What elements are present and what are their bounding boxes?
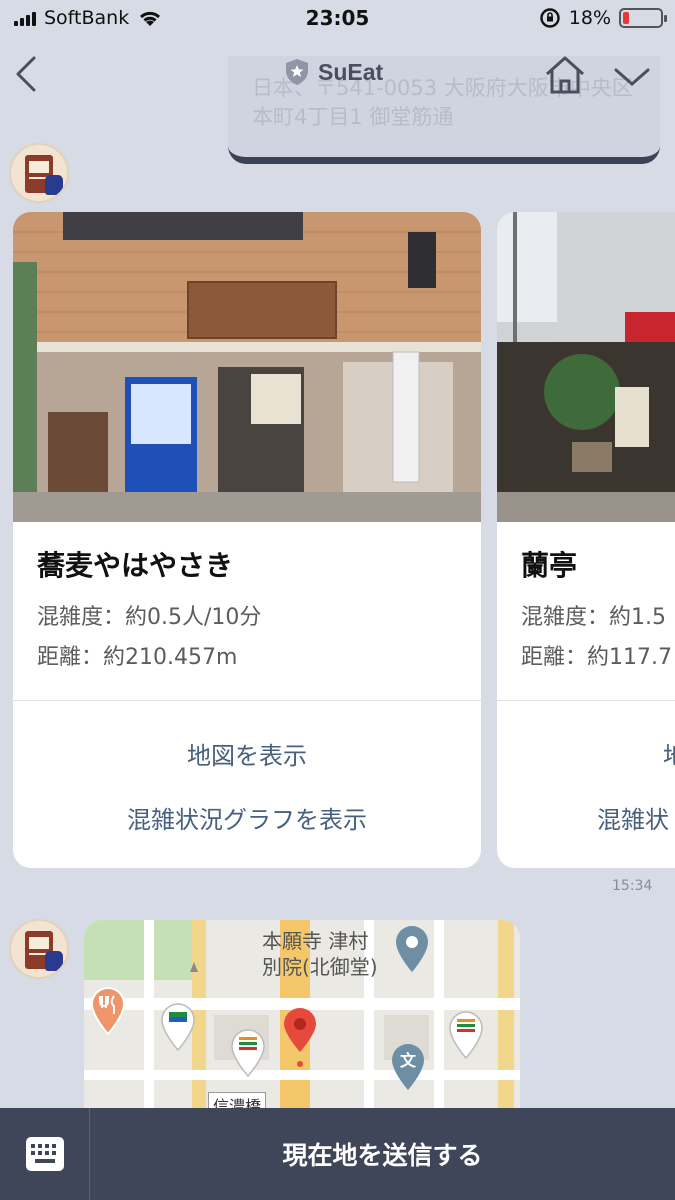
show-map-button[interactable]: 地図を表示 [13, 736, 481, 771]
seven-eleven-pin-icon [231, 1029, 265, 1078]
restaurant-photo-illustration [13, 212, 481, 522]
battery-percent: 18% [568, 7, 611, 29]
avatar-hand-icon [45, 175, 63, 195]
restaurant-photo-illustration [497, 212, 675, 522]
card-divider [497, 700, 675, 701]
chevron-down-icon[interactable] [612, 62, 652, 90]
current-location-pin-icon [284, 1008, 316, 1067]
official-account-shield-icon [286, 59, 308, 85]
card-divider [13, 700, 481, 701]
congestion-text: 混雑度：約0.5人/10分 [37, 605, 262, 630]
send-current-location-button[interactable]: 現在地を送信する [90, 1108, 675, 1200]
congestion-text: 混雑度：約1.5 [521, 605, 666, 630]
map-message[interactable]: 文 本願寺 津村 別院(北御堂) 信濃橋 [84, 920, 520, 1120]
familymart-pin-icon [161, 1003, 195, 1052]
message-timestamp: 15:34 [612, 878, 653, 894]
map-poi-line: 別院(北御堂) [262, 955, 378, 979]
restaurant-photo[interactable] [497, 212, 675, 522]
school-glyph: 文 [400, 1051, 417, 1070]
map-poi-label: 本願寺 津村 別院(北御堂) [262, 928, 378, 980]
bottom-action-bar: 現在地を送信する [0, 1108, 675, 1200]
orientation-lock-icon [540, 8, 560, 28]
restaurant-photo[interactable] [13, 212, 481, 522]
home-icon[interactable] [542, 52, 588, 98]
restaurant-pin-icon [90, 987, 126, 1036]
status-bar: SoftBank 23:05 18% [0, 0, 675, 40]
chat-title: SuEat [284, 58, 383, 86]
show-congestion-graph-button[interactable]: 混雑状 [597, 800, 669, 835]
map-poi-line: 本願寺 津村 [262, 929, 369, 953]
battery-icon [619, 8, 667, 28]
restaurant-carousel[interactable]: 蕎麦やはやさき 混雑度：約0.5人/10分 距離：約210.457m 地図を表示… [0, 212, 675, 868]
temple-pin-icon [396, 926, 428, 972]
seven-eleven-pin-icon [449, 1011, 483, 1060]
restaurant-name: 蘭亭 [521, 549, 578, 582]
bot-avatar[interactable] [9, 143, 69, 203]
show-map-button[interactable]: 地 [663, 736, 675, 771]
back-icon[interactable] [10, 52, 44, 96]
keyboard-icon [25, 1137, 64, 1171]
bot-avatar[interactable] [9, 919, 69, 979]
status-right: 18% [539, 7, 667, 29]
restaurant-name: 蕎麦やはやさき [37, 549, 234, 582]
distance-text: 距離：約210.457m [37, 645, 238, 670]
chat-title-text: SuEat [318, 58, 384, 85]
school-pin-icon: 文 [392, 1044, 424, 1090]
restaurant-card[interactable]: 蘭亭 混雑度：約1.5 距離：約117.7 地 混雑状 [497, 212, 675, 868]
keyboard-toggle-button[interactable] [0, 1108, 90, 1200]
chat-header: 日本、〒541-0053 大阪府大阪市中央区本町4丁目1 御堂筋通 SuEat [0, 40, 675, 164]
restaurant-card[interactable]: 蕎麦やはやさき 混雑度：約0.5人/10分 距離：約210.457m 地図を表示… [13, 212, 481, 868]
show-congestion-graph-button[interactable]: 混雑状況グラフを表示 [13, 800, 481, 835]
avatar-hand-icon [45, 951, 63, 971]
battery-fill [623, 12, 629, 24]
distance-text: 距離：約117.7 [521, 645, 672, 670]
